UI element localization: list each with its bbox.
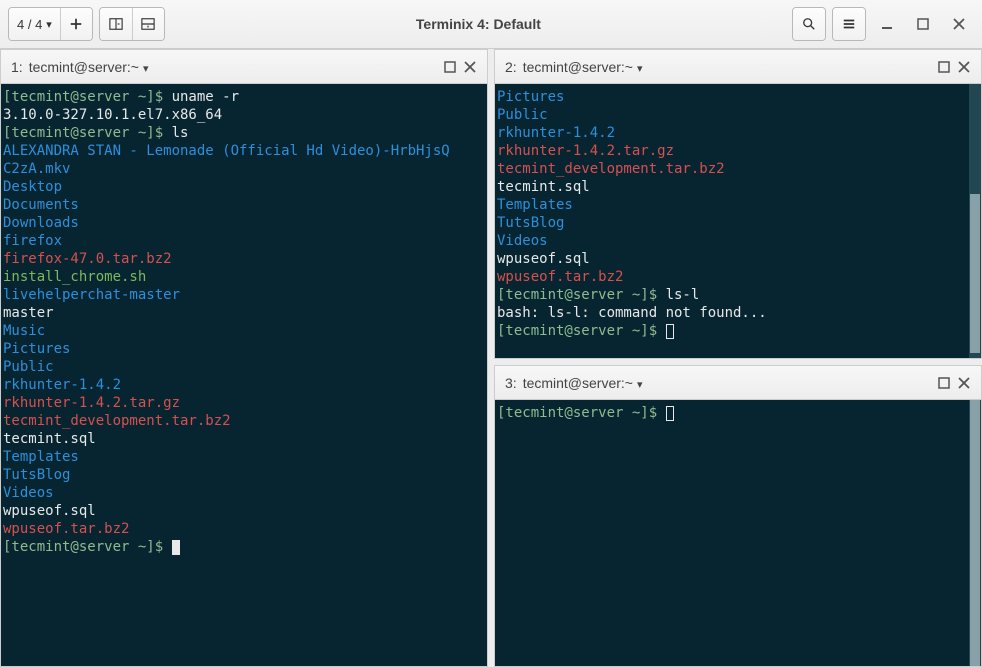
ls-entry: wpuseof.sql xyxy=(497,250,979,268)
split-right-button[interactable] xyxy=(100,8,132,40)
terminal-3[interactable]: [tecmint@server ~]$ xyxy=(495,400,981,666)
ls-entry: ALEXANDRA STAN - Lemonade (Official Hd V… xyxy=(3,142,485,160)
minimize-button[interactable] xyxy=(872,9,902,39)
ls-entry: TutsBlog xyxy=(497,214,979,232)
cmd: ls-l xyxy=(666,287,700,303)
session-nav: 4 / 4 xyxy=(8,7,93,41)
pane-maximize-icon[interactable] xyxy=(937,376,951,390)
prompt: [tecmint@server ~]$ xyxy=(497,323,666,339)
pane-1-header[interactable]: 1: tecmint@server:~ xyxy=(1,50,487,84)
pane-maximize-icon[interactable] xyxy=(937,60,951,74)
prompt: [tecmint@server ~]$ xyxy=(497,405,666,421)
menu-button[interactable] xyxy=(833,8,865,40)
pane-index: 3: xyxy=(505,375,517,391)
split-controls xyxy=(99,7,165,41)
split-down-button[interactable] xyxy=(132,8,164,40)
ls-entry: Pictures xyxy=(3,340,485,358)
session-selector[interactable]: 4 / 4 xyxy=(9,8,60,40)
scrollbar[interactable] xyxy=(969,84,981,358)
prompt: [tecmint@server ~]$ xyxy=(3,89,172,105)
ls-entry: Public xyxy=(3,358,485,376)
ls-entry: rkhunter-1.4.2.tar.gz xyxy=(3,394,485,412)
close-button[interactable] xyxy=(944,9,974,39)
ls-entry: wpuseof.sql xyxy=(3,502,485,520)
window-title: Terminix 4: Default xyxy=(171,16,786,32)
ls-entry: master xyxy=(3,304,485,322)
pane-close-icon[interactable] xyxy=(957,60,971,74)
prompt: [tecmint@server ~]$ xyxy=(497,287,666,303)
ls-entry: Public xyxy=(497,106,979,124)
terminal-1[interactable]: [tecmint@server ~]$ uname -r 3.10.0-327.… xyxy=(1,84,487,666)
ls-entry: Videos xyxy=(497,232,979,250)
add-session-button[interactable] xyxy=(60,8,92,40)
cursor xyxy=(666,324,674,339)
workspace: 1: tecmint@server:~ [tecmint@server ~]$ … xyxy=(0,49,982,667)
ls-entry: TutsBlog xyxy=(3,466,485,484)
ls-entry: Videos xyxy=(3,484,485,502)
ls-entry: wpuseof.tar.bz2 xyxy=(497,268,979,286)
window-right-controls xyxy=(792,7,974,41)
ls-entry: rkhunter-1.4.2 xyxy=(3,376,485,394)
ls-entry: wpuseof.tar.bz2 xyxy=(3,520,485,538)
pane-index: 2: xyxy=(505,59,517,75)
ls-entry: Downloads xyxy=(3,214,485,232)
ls-entry: firefox-47.0.tar.bz2 xyxy=(3,250,485,268)
ls-entry: livehelperchat-master xyxy=(3,286,485,304)
scrollbar[interactable] xyxy=(969,400,981,666)
cmd: ls xyxy=(172,125,189,141)
ls-entry: Documents xyxy=(3,196,485,214)
prompt: [tecmint@server ~]$ xyxy=(3,125,172,141)
pane-3-header[interactable]: 3: tecmint@server:~ xyxy=(495,366,981,400)
ls-entry: Pictures xyxy=(497,88,979,106)
pane-2-header[interactable]: 2: tecmint@server:~ xyxy=(495,50,981,84)
ls-entry: Templates xyxy=(497,196,979,214)
pane-title[interactable]: tecmint@server:~ xyxy=(523,375,643,391)
output: 3.10.0-327.10.1.el7.x86_64 xyxy=(3,106,485,124)
prompt: [tecmint@server ~]$ xyxy=(3,539,172,555)
pane-title[interactable]: tecmint@server:~ xyxy=(523,59,643,75)
ls-entry: tecmint.sql xyxy=(3,430,485,448)
ls-entry: tecmint_development.tar.bz2 xyxy=(3,412,485,430)
maximize-button[interactable] xyxy=(908,9,938,39)
ls-entry: tecmint_development.tar.bz2 xyxy=(497,160,979,178)
terminal-pane-1: 1: tecmint@server:~ [tecmint@server ~]$ … xyxy=(0,49,488,667)
cursor xyxy=(666,406,674,421)
ls-entry: C2zA.mkv xyxy=(3,160,485,178)
pane-index: 1: xyxy=(11,59,23,75)
titlebar: 4 / 4 Terminix 4: Default xyxy=(0,0,982,49)
cmd: uname -r xyxy=(172,89,239,105)
pane-close-icon[interactable] xyxy=(463,60,477,74)
terminal-2[interactable]: Pictures Public rkhunter-1.4.2 rkhunter-… xyxy=(495,84,981,358)
ls-entry: Music xyxy=(3,322,485,340)
pane-title[interactable]: tecmint@server:~ xyxy=(29,59,149,75)
ls-entry: Templates xyxy=(3,448,485,466)
terminal-pane-2: 2: tecmint@server:~ Pictures Public rkhu… xyxy=(494,49,982,359)
error-output: bash: ls-l: command not found... xyxy=(497,304,979,322)
search-button[interactable] xyxy=(793,8,825,40)
ls-entry: rkhunter-1.4.2.tar.gz xyxy=(497,142,979,160)
ls-entry: install_chrome.sh xyxy=(3,268,485,286)
cursor xyxy=(172,540,180,555)
pane-close-icon[interactable] xyxy=(957,376,971,390)
pane-maximize-icon[interactable] xyxy=(443,60,457,74)
terminal-pane-3: 3: tecmint@server:~ [tecmint@server ~]$ xyxy=(494,365,982,667)
ls-entry: Desktop xyxy=(3,178,485,196)
ls-entry: rkhunter-1.4.2 xyxy=(497,124,979,142)
ls-entry: firefox xyxy=(3,232,485,250)
ls-entry: tecmint.sql xyxy=(497,178,979,196)
